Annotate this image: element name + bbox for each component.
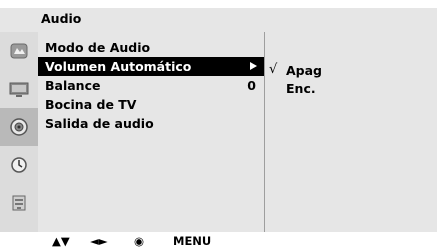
menu-item-label: Balance: [45, 78, 101, 93]
panel-divider: [264, 32, 265, 232]
checkmark-icon: √: [269, 62, 278, 77]
option-enc[interactable]: Enc.: [264, 79, 437, 97]
tv-icon: [9, 82, 29, 97]
picture-icon: [10, 43, 28, 59]
sidebar-item-tv[interactable]: [0, 70, 38, 108]
settings-icon: [12, 195, 26, 211]
option-label: Apag: [286, 63, 323, 78]
option-apag[interactable]: √ Apag: [264, 61, 437, 79]
menu-panel: Modo de Audio Volumen Automático Balance…: [38, 32, 264, 232]
navigation-hint-bar: ▲▼ ◄► ◉ MENU: [0, 232, 437, 247]
balance-value: 0: [247, 78, 256, 93]
sidebar-item-picture[interactable]: [0, 32, 38, 70]
adjust-arrows-icon: ◄►: [90, 234, 108, 247]
page-title: Audio: [41, 11, 82, 26]
menu-item-label: Salida de audio: [45, 116, 154, 131]
menu-item-label: Volumen Automático: [45, 59, 192, 74]
menu-item-label: Modo de Audio: [45, 40, 151, 55]
options-panel: √ Apag Enc.: [264, 32, 437, 232]
sidebar-item-settings[interactable]: [0, 184, 38, 222]
menu-item-label: Bocina de TV: [45, 97, 137, 112]
menu-hint: MENU: [173, 234, 212, 247]
menu-item-modo-de-audio[interactable]: Modo de Audio: [38, 38, 264, 57]
menu-item-volumen-automatico[interactable]: Volumen Automático: [38, 57, 264, 76]
title-bar: Audio: [0, 8, 437, 32]
sidebar-item-audio[interactable]: [0, 108, 38, 146]
audio-icon: [10, 118, 28, 136]
submenu-arrow-icon: [250, 62, 257, 70]
option-label: Enc.: [286, 81, 316, 96]
clock-icon: [11, 157, 27, 173]
ok-icon: ◉: [134, 234, 145, 247]
sidebar-item-time[interactable]: [0, 146, 38, 184]
menu-item-salida-de-audio[interactable]: Salida de audio: [38, 114, 264, 133]
menu-item-balance[interactable]: Balance 0: [38, 76, 264, 95]
menu-item-bocina-de-tv[interactable]: Bocina de TV: [38, 95, 264, 114]
sidebar: [0, 32, 38, 232]
move-arrows-icon: ▲▼: [52, 234, 70, 247]
